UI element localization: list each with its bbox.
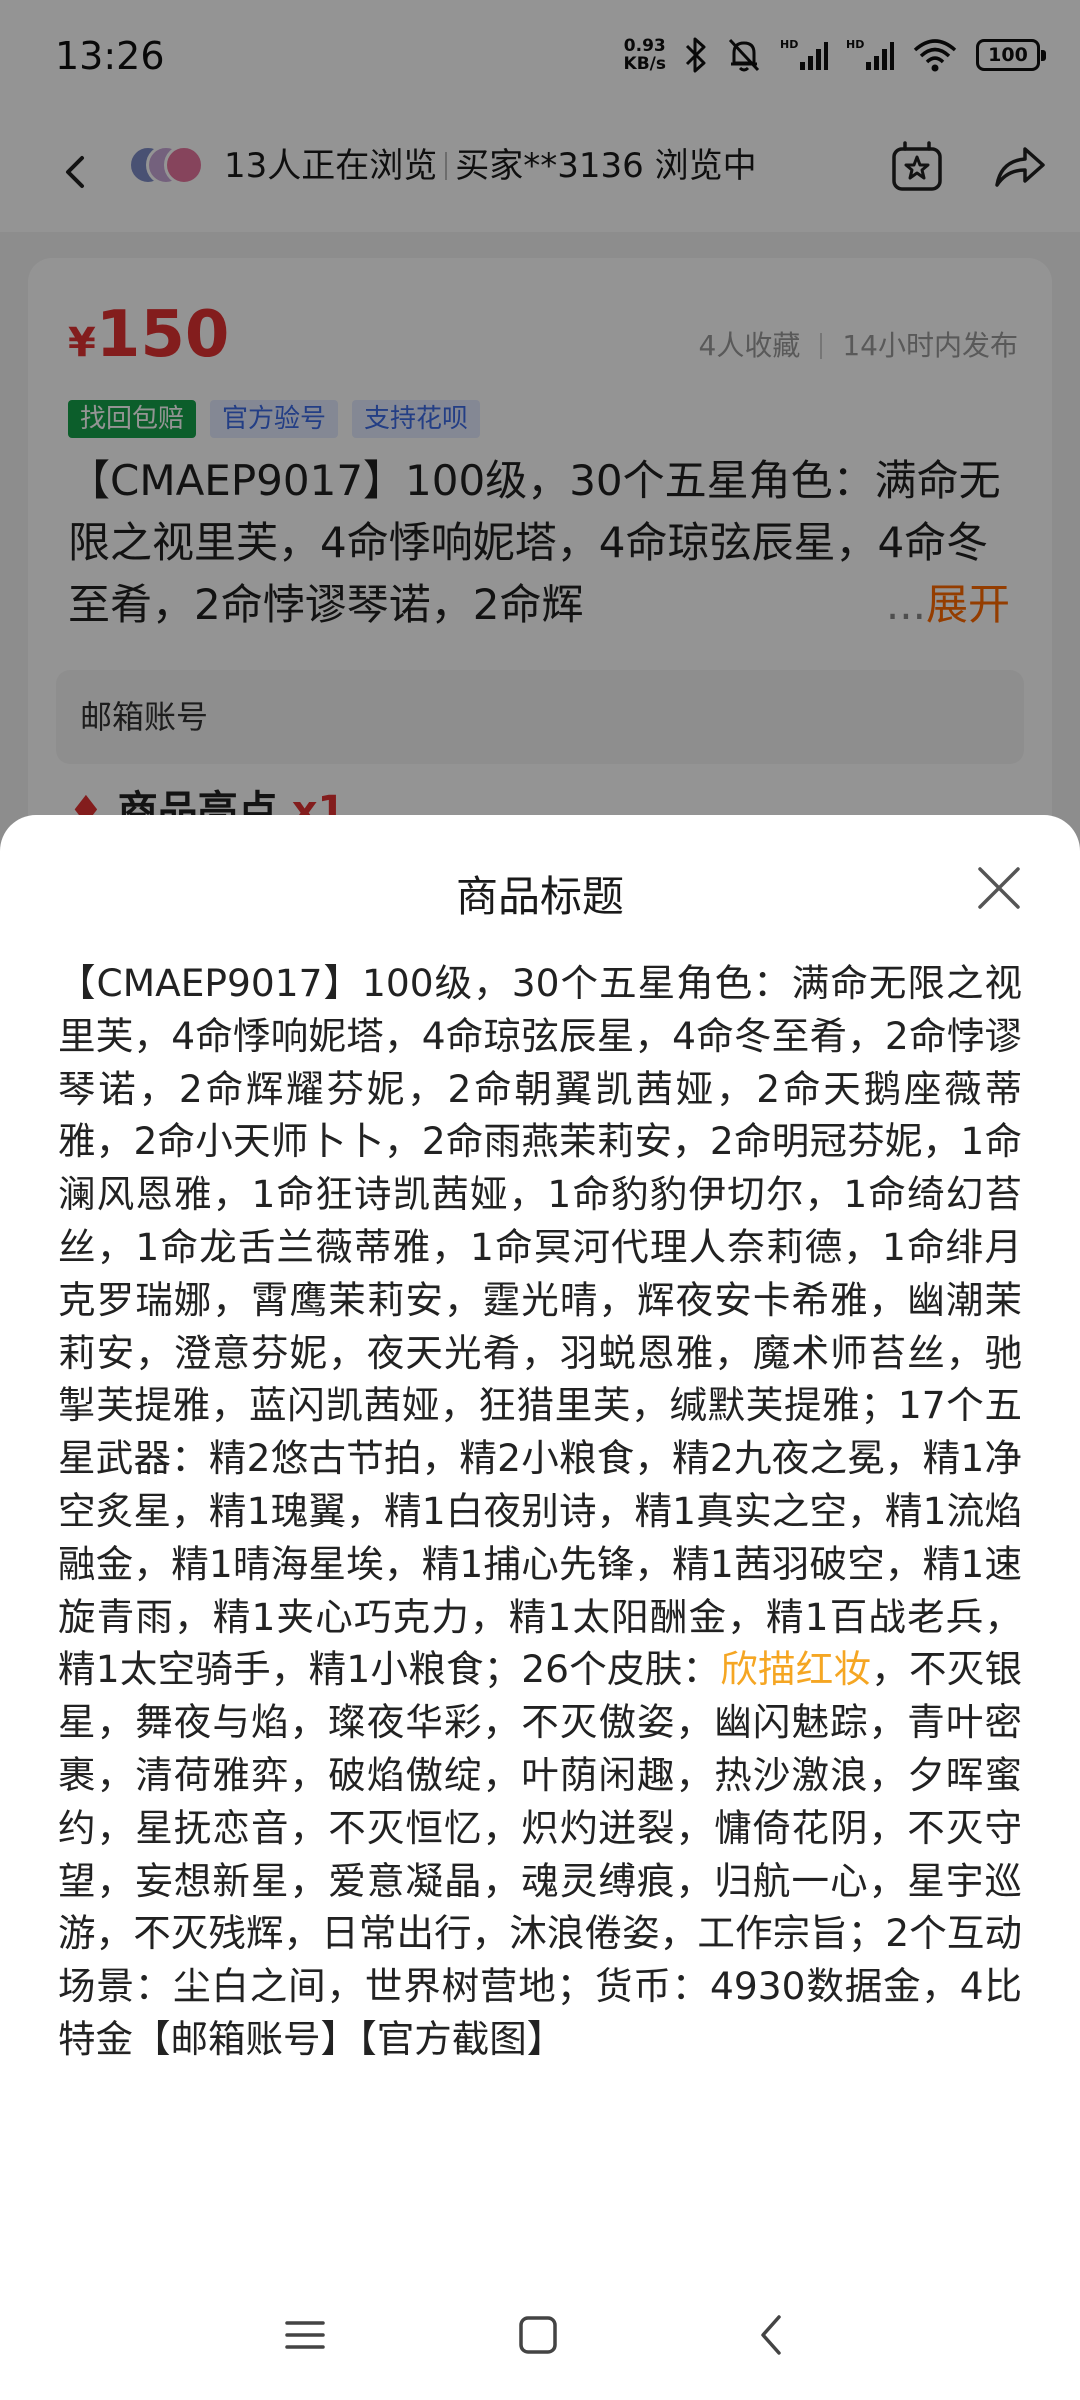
menu-icon <box>285 2321 325 2349</box>
back-chevron-icon <box>761 2315 781 2355</box>
close-button[interactable] <box>972 861 1026 915</box>
full-title-text: 【CMAEP9017】100级，30个五星角色：满命无限之视里芙，4命悸响妮塔，… <box>58 957 1022 2066</box>
recents-button[interactable] <box>270 2300 340 2370</box>
home-square-icon <box>519 2316 557 2354</box>
skin-link[interactable]: 欣描红妆 <box>720 1647 871 1691</box>
home-button[interactable] <box>503 2300 573 2370</box>
title-text-part: ，不灭银星，舞夜与焰，璨夜华彩，不灭傲姿，幽闪魅踪，青叶密裹，清荷雅弈，破焰傲绽… <box>58 1647 1023 2061</box>
system-back-button[interactable] <box>736 2300 806 2370</box>
title-bottom-sheet: 商品标题 【CMAEP9017】100级，30个五星角色：满命无限之视里芙，4命… <box>0 815 1080 2400</box>
sheet-title: 商品标题 <box>455 872 624 921</box>
title-text-part: 【CMAEP9017】100级，30个五星角色：满命无限之视里芙，4命悸响妮塔，… <box>58 961 1022 1692</box>
system-navigation-bar <box>0 2270 1080 2400</box>
close-icon <box>978 867 1020 909</box>
